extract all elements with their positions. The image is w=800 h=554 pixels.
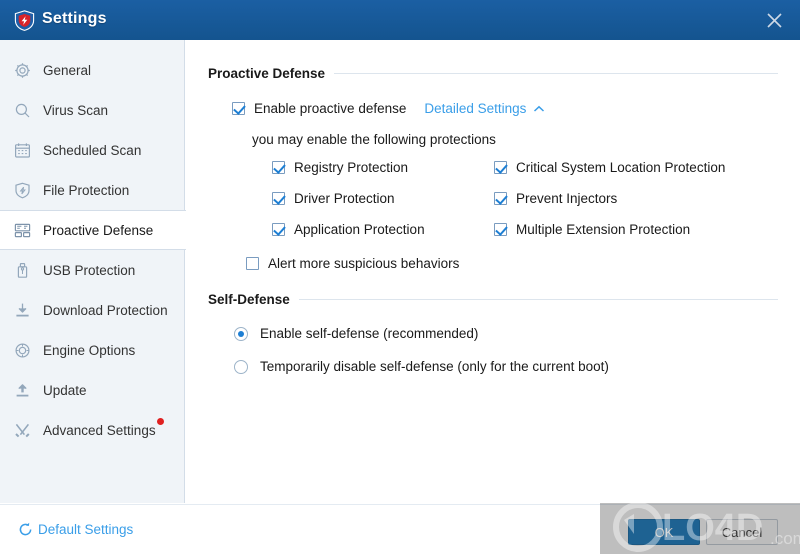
sidebar-item-label: Scheduled Scan — [43, 142, 142, 158]
engine-icon — [14, 340, 36, 360]
protection-multiple-extension-row[interactable]: Multiple Extension Protection — [494, 222, 690, 237]
divider — [298, 299, 778, 300]
close-icon[interactable] — [748, 0, 800, 40]
protection-registry-row[interactable]: Registry Protection — [272, 160, 408, 175]
driver-protection-label[interactable]: Driver Protection — [294, 191, 395, 206]
self-defense-section: Self-Defense — [208, 292, 778, 307]
status-badge — [156, 417, 164, 425]
protections-hint: you may enable the following protections — [252, 132, 496, 147]
window-title: Settings — [42, 10, 107, 27]
multiple-extension-protection-label[interactable]: Multiple Extension Protection — [516, 222, 690, 237]
sidebar-item-label: Virus Scan — [43, 102, 109, 118]
alert-suspicious-behaviors-checkbox[interactable] — [246, 257, 259, 270]
sidebar-item-label: File Protection — [43, 182, 130, 198]
shield-file-icon — [14, 180, 36, 200]
ok-button[interactable]: OK — [628, 519, 700, 545]
application-protection-checkbox[interactable] — [272, 223, 285, 236]
section-header: Self-Defense — [208, 292, 778, 307]
sidebar-item-engine-options[interactable]: Engine Options — [0, 330, 184, 370]
sidebar-item-general[interactable]: General — [0, 50, 184, 90]
temporarily-disable-self-defense-row[interactable]: Temporarily disable self-defense (only f… — [234, 359, 609, 374]
tools-icon — [14, 420, 36, 440]
upload-icon — [14, 380, 36, 400]
calendar-icon — [14, 140, 36, 160]
temporarily-disable-self-defense-label[interactable]: Temporarily disable self-defense (only f… — [260, 359, 609, 374]
cancel-button[interactable]: Cancel — [706, 519, 778, 545]
enable-self-defense-radio[interactable] — [234, 326, 248, 341]
sidebar-item-label: Engine Options — [43, 342, 136, 358]
sidebar-item-label: USB Protection — [43, 262, 136, 278]
download-icon — [14, 300, 36, 320]
section-title: Self-Defense — [208, 292, 290, 307]
sidebar-item-virus-scan[interactable]: Virus Scan — [0, 90, 184, 130]
multiple-extension-protection-checkbox[interactable] — [494, 223, 507, 236]
sidebar-item-label: Update — [43, 382, 87, 398]
section-title: Proactive Defense — [208, 66, 326, 81]
default-settings-button[interactable]: Default Settings — [18, 522, 133, 537]
protection-application-row[interactable]: Application Protection — [272, 222, 425, 237]
protection-prevent-injectors-row[interactable]: Prevent Injectors — [494, 191, 617, 206]
sidebar-item-label: Advanced Settings — [43, 417, 164, 438]
sidebar-item-proactive-defense[interactable]: Proactive Defense — [0, 210, 186, 250]
detailed-settings-label: Detailed Settings — [424, 101, 527, 116]
enable-proactive-defense-label[interactable]: Enable proactive defense — [254, 101, 406, 116]
driver-protection-checkbox[interactable] — [272, 192, 285, 205]
alert-suspicious-behaviors-label[interactable]: Alert more suspicious behaviors — [268, 256, 459, 271]
monitor-icon — [14, 220, 36, 240]
sidebar: General Virus Scan Scheduled Scan File P… — [0, 40, 186, 503]
gear-icon — [14, 60, 36, 80]
registry-protection-label[interactable]: Registry Protection — [294, 160, 408, 175]
enable-self-defense-row[interactable]: Enable self-defense (recommended) — [234, 326, 478, 341]
chevron-up-icon — [533, 101, 545, 116]
sidebar-item-file-protection[interactable]: File Protection — [0, 170, 184, 210]
protection-driver-row[interactable]: Driver Protection — [272, 191, 395, 206]
registry-protection-checkbox[interactable] — [272, 161, 285, 174]
sidebar-item-update[interactable]: Update — [0, 370, 184, 410]
prevent-injectors-label[interactable]: Prevent Injectors — [516, 191, 617, 206]
protection-critical-system-location-row[interactable]: Critical System Location Protection — [494, 160, 725, 175]
title-bar: Settings — [0, 0, 800, 40]
shield-icon — [14, 10, 35, 31]
alert-suspicious-behaviors-row[interactable]: Alert more suspicious behaviors — [246, 256, 459, 271]
temporarily-disable-self-defense-radio[interactable] — [234, 359, 248, 374]
detailed-settings-link[interactable]: Detailed Settings — [424, 101, 545, 116]
divider — [334, 73, 778, 74]
sidebar-item-download-protection[interactable]: Download Protection — [0, 290, 184, 330]
sidebar-item-label: Proactive Defense — [43, 222, 154, 238]
magnifier-icon — [14, 100, 36, 120]
proactive-defense-section: Proactive Defense — [208, 66, 778, 81]
sidebar-item-advanced-settings[interactable]: Advanced Settings — [0, 410, 184, 450]
sidebar-item-scheduled-scan[interactable]: Scheduled Scan — [0, 130, 184, 170]
usb-icon — [14, 260, 36, 280]
reset-icon — [18, 522, 33, 537]
prevent-injectors-checkbox[interactable] — [494, 192, 507, 205]
sidebar-item-label: General — [43, 62, 92, 78]
sidebar-item-label: Download Protection — [43, 302, 168, 318]
critical-system-location-protection-checkbox[interactable] — [494, 161, 507, 174]
critical-system-location-protection-label[interactable]: Critical System Location Protection — [516, 160, 725, 175]
enable-proactive-defense-row[interactable]: Enable proactive defense Detailed Settin… — [232, 101, 545, 116]
footer-bar: Default Settings OK Cancel — [0, 504, 800, 554]
content-panel: Proactive Defense Enable proactive defen… — [186, 40, 800, 503]
section-header: Proactive Defense — [208, 66, 778, 81]
enable-proactive-defense-checkbox[interactable] — [232, 102, 245, 115]
settings-window: Settings General Virus Scan Scheduled Sc… — [0, 0, 800, 554]
sidebar-item-usb-protection[interactable]: USB Protection — [0, 250, 184, 290]
application-protection-label[interactable]: Application Protection — [294, 222, 425, 237]
enable-self-defense-label[interactable]: Enable self-defense (recommended) — [260, 326, 478, 341]
default-settings-label: Default Settings — [38, 522, 134, 537]
